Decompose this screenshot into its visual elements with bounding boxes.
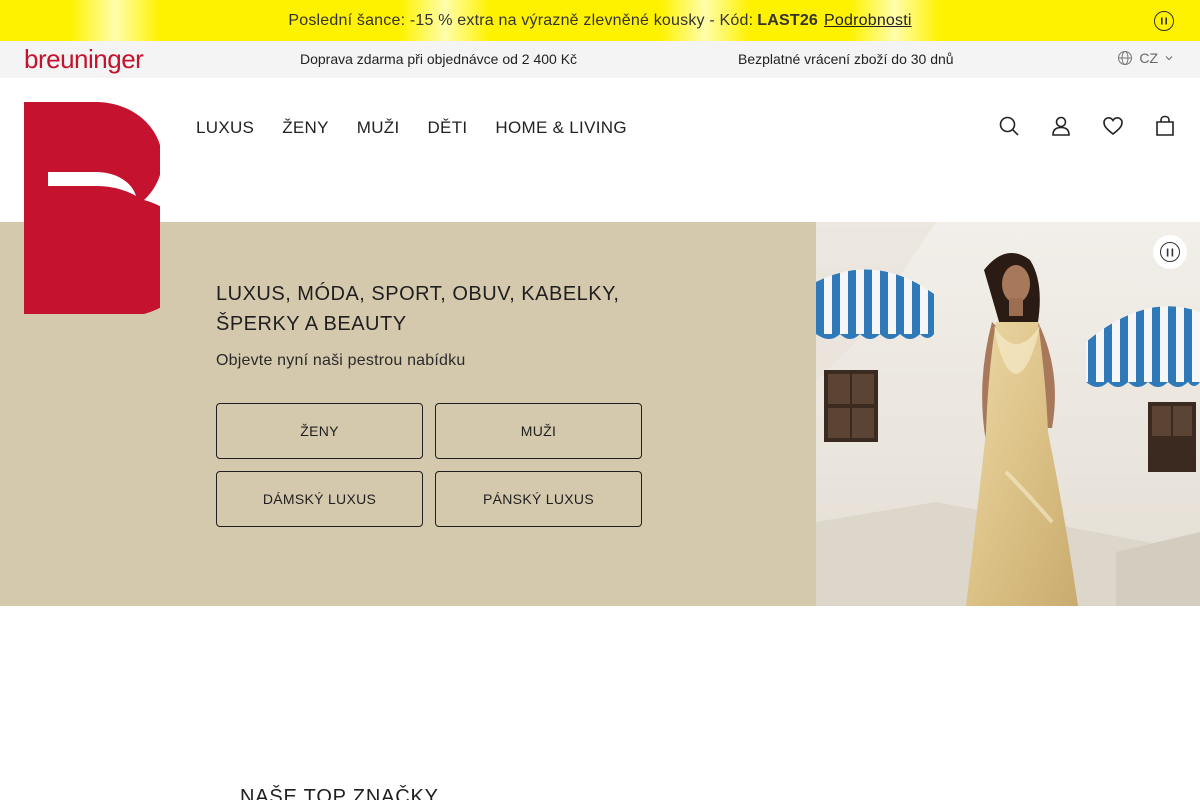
header-actions <box>998 115 1176 137</box>
hero-title: LUXUS, MÓDA, SPORT, OBUV, KABELKY, ŠPERK… <box>216 283 620 335</box>
promo-message: Poslední šance: -15 % extra na výrazně z… <box>288 12 911 30</box>
hero-button-pansky-luxus[interactable]: PÁNSKÝ LUXUS <box>435 471 642 527</box>
pause-circle-icon <box>1160 242 1180 262</box>
promo-bar: Poslední šance: -15 % extra na výrazně z… <box>0 0 1200 41</box>
main-navigation: LUXUS ŽENY MUŽI DĚTI HOME & LIVING <box>196 118 627 138</box>
shopping-bag-icon[interactable] <box>1154 115 1176 137</box>
nav-item-muzi[interactable]: MUŽI <box>357 118 400 138</box>
nav-item-deti[interactable]: DĚTI <box>427 118 467 138</box>
breuninger-b-logo[interactable] <box>24 101 193 317</box>
nav-item-zeny[interactable]: ŽENY <box>282 118 329 138</box>
top-brands-heading: NAŠE TOP ZNAČKY <box>240 786 439 800</box>
account-icon[interactable] <box>1050 115 1072 137</box>
promo-glow <box>70 0 160 41</box>
chevron-down-icon <box>1165 56 1173 61</box>
promo-details-link[interactable]: Podrobnosti <box>824 12 912 29</box>
service-bar: breuninger Doprava zdarma při objednávce… <box>0 41 1200 78</box>
hero-button-zeny[interactable]: ŽENY <box>216 403 423 459</box>
breuninger-logo[interactable]: breuninger <box>24 45 144 73</box>
hero-photo-illustration <box>816 222 1200 606</box>
hero-subtitle: Objevte nyní naši pestrou nabídku <box>216 352 466 369</box>
hero-button-damsky-luxus[interactable]: DÁMSKÝ LUXUS <box>216 471 423 527</box>
hero-pause-button[interactable] <box>1153 235 1187 269</box>
nav-item-home-living[interactable]: HOME & LIVING <box>495 118 626 138</box>
hero-banner: LUXUS, MÓDA, SPORT, OBUV, KABELKY, ŠPERK… <box>0 222 1200 606</box>
hero-button-muzi[interactable]: MUŽI <box>435 403 642 459</box>
promo-code: LAST26 <box>757 11 819 29</box>
free-returns-message: Bezplatné vrácení zboží do 30 dnů <box>738 51 954 67</box>
promo-text: Poslední šance: -15 % extra na výrazně z… <box>288 11 754 29</box>
globe-icon <box>1118 51 1133 65</box>
search-icon[interactable] <box>998 115 1020 137</box>
nav-item-luxus[interactable]: LUXUS <box>196 118 254 138</box>
pause-icon <box>1166 248 1174 256</box>
wishlist-heart-icon[interactable] <box>1102 115 1124 137</box>
language-code: CZ <box>1139 50 1158 66</box>
hero-image <box>816 222 1200 606</box>
pause-circle-icon[interactable] <box>1154 11 1174 31</box>
pause-icon <box>1161 17 1167 25</box>
main-header: LUXUS ŽENY MUŽI DĚTI HOME & LIVING <box>0 78 1200 222</box>
language-selector[interactable]: CZ <box>1117 50 1174 66</box>
free-shipping-message: Doprava zdarma při objednávce od 2 400 K… <box>300 51 578 67</box>
